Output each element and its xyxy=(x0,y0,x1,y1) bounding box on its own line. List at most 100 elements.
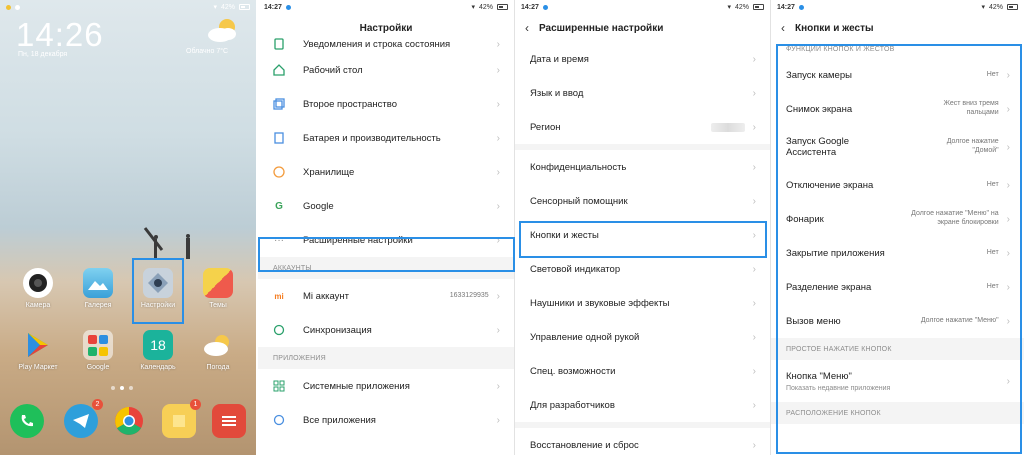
chevron-right-icon: › xyxy=(496,132,500,144)
settings-item-notifications[interactable]: Уведомления и строка состояния › xyxy=(258,35,514,53)
gesture-item-close-app[interactable]: Закрытие приложения Нет › xyxy=(771,236,1024,270)
page-indicator[interactable] xyxy=(111,386,133,390)
status-bar: 14:27 ▾ 42% xyxy=(771,0,1024,14)
chevron-right-icon: › xyxy=(496,64,500,76)
settings-item-headphones[interactable]: Наушники и звуковые эффекты › xyxy=(515,286,770,320)
app-weather[interactable]: Погода xyxy=(194,330,242,371)
item-label: Синхронизация xyxy=(303,324,372,336)
home-screen: ▾ 42% 14:26 Пн, 18 декабря Облачно 7°C К… xyxy=(0,0,256,455)
settings-item-mi-account[interactable]: mi Mi аккаунт 1633129935 › xyxy=(258,279,514,313)
settings-item-one-hand[interactable]: Управление одной рукой › xyxy=(515,320,770,354)
settings-item-battery[interactable]: Батарея и производительность › xyxy=(258,121,514,155)
settings-item-led[interactable]: Световой индикатор › xyxy=(515,252,770,286)
app-google-folder[interactable]: Google xyxy=(74,330,122,371)
back-arrow-icon[interactable]: ‹ xyxy=(525,21,529,35)
item-label: Дата и время xyxy=(530,53,589,65)
item-label: Разделение экрана xyxy=(786,281,872,293)
telegram-icon[interactable]: 2 xyxy=(64,399,103,438)
settings-item-developer[interactable]: Для разработчиков › xyxy=(515,388,770,422)
gesture-item-camera[interactable]: Запуск камеры Нет › xyxy=(771,58,1024,92)
item-label: Сенсорный помощник xyxy=(530,195,628,207)
wifi-icon: ▾ xyxy=(213,4,217,11)
item-label: Спец. возможности xyxy=(530,365,616,377)
back-arrow-icon[interactable]: ‹ xyxy=(781,21,785,35)
settings-item-touch-assistant[interactable]: Сенсорный помощник › xyxy=(515,184,770,218)
notification-badge: 1 xyxy=(190,399,201,410)
google-icon: G xyxy=(275,200,283,212)
settings-item-advanced[interactable]: ··· Расширенные настройки › xyxy=(258,223,514,257)
gesture-item-screen-off[interactable]: Отключение экрана Нет › xyxy=(771,168,1024,202)
app-label: Галерея xyxy=(84,302,112,309)
battery-performance-icon xyxy=(273,132,285,144)
gesture-item-screenshot[interactable]: Снимок экрана Жест вниз тремя пальцами › xyxy=(771,92,1024,126)
button-item-menu[interactable]: Кнопка "Меню" Показать недавние приложен… xyxy=(771,360,1024,402)
weather-cloud-icon[interactable] xyxy=(206,17,240,43)
gesture-item-menu[interactable]: Вызов меню Долгое нажатие "Меню" › xyxy=(771,304,1024,338)
item-label: Восстановление и сброс xyxy=(530,439,639,451)
notification-icon xyxy=(542,4,548,10)
header-bar: ‹ Расширенные настройки xyxy=(515,14,770,42)
grid-icon xyxy=(273,380,285,392)
advanced-settings-screen: 14:27 ▾ 42% ‹ Расширенные настройки Дата… xyxy=(514,0,770,455)
chrome-icon[interactable] xyxy=(112,404,146,438)
chevron-right-icon: › xyxy=(752,263,756,275)
notes-icon[interactable]: 1 xyxy=(162,399,201,438)
todoist-icon[interactable] xyxy=(212,404,246,438)
item-label: Системные приложения xyxy=(303,380,410,392)
chevron-right-icon: › xyxy=(496,38,500,50)
item-label: Второе пространство xyxy=(303,98,397,110)
app-label: Погода xyxy=(206,364,230,371)
settings-item-desktop[interactable]: Рабочий стол › xyxy=(258,53,514,87)
section-header-accounts: АККАУНТЫ xyxy=(258,257,514,279)
chevron-right-icon: › xyxy=(496,324,500,336)
settings-item-system-apps[interactable]: Системные приложения › xyxy=(258,369,514,403)
app-label: Камера xyxy=(25,302,51,309)
settings-item-buttons-gestures[interactable]: Кнопки и жесты › xyxy=(515,218,770,252)
settings-item-google[interactable]: G Google › xyxy=(258,189,514,223)
settings-item-all-apps[interactable]: Все приложения › xyxy=(258,403,514,437)
app-gallery[interactable]: Галерея xyxy=(74,268,122,309)
settings-item-accessibility[interactable]: Спец. возможности › xyxy=(515,354,770,388)
chevron-right-icon: › xyxy=(1006,179,1010,191)
app-themes[interactable]: Темы xyxy=(194,268,242,309)
status-time: 14:27 xyxy=(264,3,282,11)
settings-item-language[interactable]: Язык и ввод › xyxy=(515,76,770,110)
phone-icon[interactable] xyxy=(10,404,44,438)
chevron-right-icon: › xyxy=(752,365,756,377)
battery-percent: 42% xyxy=(478,3,493,11)
settings-screen: 14:27 ▾ 42% Настройки Уведомления и стро… xyxy=(258,0,514,455)
settings-item-storage[interactable]: Хранилище › xyxy=(258,155,514,189)
gallery-icon xyxy=(83,268,113,298)
chevron-right-icon: › xyxy=(752,399,756,411)
clock-widget[interactable]: 14:26 xyxy=(16,16,104,54)
settings-item-second-space[interactable]: Второе пространство › xyxy=(258,87,514,121)
gesture-item-split-screen[interactable]: Разделение экрана Нет › xyxy=(771,270,1024,304)
app-play-market[interactable]: Play Маркет xyxy=(14,330,62,371)
item-label: Google xyxy=(303,200,334,212)
chevron-right-icon: › xyxy=(496,414,500,426)
app-settings[interactable]: Настройки xyxy=(134,268,182,309)
notification-icon xyxy=(273,38,285,50)
apps-icon xyxy=(273,414,285,426)
gesture-item-flashlight[interactable]: Фонарик Долгое нажатие "Меню" на экране … xyxy=(771,202,1024,236)
item-label: Снимок экрана xyxy=(786,103,853,115)
gesture-item-google-assistant[interactable]: Запуск Google Ассистента Долгое нажатие … xyxy=(771,126,1024,168)
chevron-right-icon: › xyxy=(1006,141,1010,153)
app-camera[interactable]: Камера xyxy=(14,268,62,309)
home-icon xyxy=(273,64,285,76)
settings-item-reset[interactable]: Восстановление и сброс › xyxy=(515,428,770,455)
page-title: Расширенные настройки xyxy=(539,22,664,34)
app-label: Play Маркет xyxy=(18,364,58,371)
item-value: Нет xyxy=(986,248,999,256)
settings-item-sync[interactable]: Синхронизация › xyxy=(258,313,514,347)
settings-item-date-time[interactable]: Дата и время › xyxy=(515,42,770,76)
chevron-right-icon: › xyxy=(752,229,756,241)
settings-item-privacy[interactable]: Конфиденциальность › xyxy=(515,150,770,184)
status-bar: 14:27 ▾ 42% xyxy=(515,0,770,14)
settings-item-region[interactable]: Регион › xyxy=(515,110,770,144)
item-label: Кнопки и жесты xyxy=(530,229,599,241)
play-store-icon xyxy=(23,330,53,360)
folder-icon xyxy=(83,330,113,360)
chevron-right-icon: › xyxy=(496,166,500,178)
app-calendar[interactable]: 18 Календарь xyxy=(134,330,182,371)
